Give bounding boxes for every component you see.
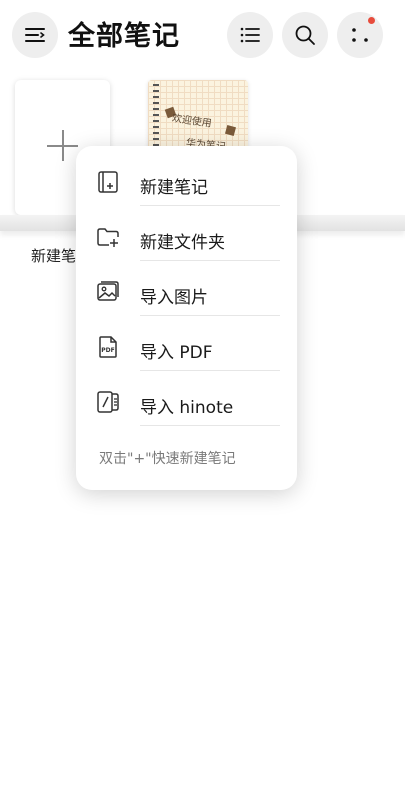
cover-text-line-1: 欢迎使用 bbox=[171, 113, 213, 130]
menu-item-new-folder[interactable]: 新建文件夹 bbox=[76, 206, 297, 261]
new-folder-icon bbox=[97, 228, 119, 247]
more-button[interactable] bbox=[337, 12, 383, 58]
menu-item-new-note[interactable]: 新建笔记 bbox=[76, 151, 297, 206]
menu-item-label: 导入 hinote bbox=[140, 398, 234, 418]
search-icon bbox=[295, 25, 315, 45]
menu-item-import-pdf[interactable]: PDF 导入 PDF bbox=[76, 316, 297, 371]
menu-icon bbox=[25, 28, 45, 42]
pdf-icon: PDF bbox=[99, 336, 117, 358]
menu-button[interactable] bbox=[12, 12, 58, 58]
svg-text:PDF: PDF bbox=[101, 347, 114, 354]
new-note-icon bbox=[98, 171, 118, 193]
more-dots-icon bbox=[352, 28, 368, 42]
menu-item-import-hinote[interactable]: 导入 hinote bbox=[76, 371, 297, 426]
top-bar: 全部笔记 bbox=[0, 0, 405, 72]
menu-item-import-image[interactable]: 导入图片 bbox=[76, 261, 297, 316]
search-button[interactable] bbox=[282, 12, 328, 58]
list-view-icon bbox=[240, 27, 260, 43]
add-popup-menu: 新建笔记 新建文件夹 导入图片 PDF 导入 PDF 导入 hinote 双击"… bbox=[76, 146, 297, 490]
list-view-button[interactable] bbox=[227, 12, 273, 58]
page-title: 全部笔记 bbox=[68, 21, 180, 52]
menu-hint: 双击"+"快速新建笔记 bbox=[99, 451, 236, 467]
menu-item-label: 导入图片 bbox=[140, 288, 208, 308]
menu-item-label: 新建笔记 bbox=[140, 178, 208, 198]
hinote-icon bbox=[97, 391, 119, 413]
menu-item-label: 新建文件夹 bbox=[140, 233, 225, 253]
notification-badge bbox=[368, 17, 375, 24]
menu-item-label: 导入 PDF bbox=[140, 343, 213, 363]
image-icon bbox=[97, 281, 119, 301]
